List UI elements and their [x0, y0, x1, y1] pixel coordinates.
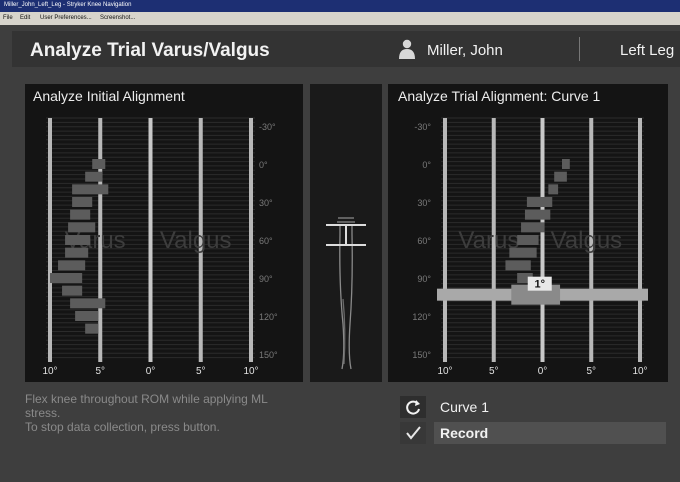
- zero-gridline: [540, 118, 545, 362]
- flexion-tick-label: 150°: [412, 350, 431, 360]
- flexion-tick-label: 0°: [422, 160, 431, 170]
- alignment-bar: [509, 247, 537, 258]
- alignment-bar: [92, 159, 106, 169]
- menu-item-user-preferences[interactable]: User Preferences...: [40, 14, 92, 23]
- alignment-bar: [58, 260, 86, 271]
- page-title: Analyze Trial Varus/Valgus: [30, 40, 270, 61]
- flexion-tick-label: 60°: [259, 236, 273, 246]
- curve-label-text: Curve 1: [440, 399, 490, 415]
- refresh-icon[interactable]: [400, 396, 426, 418]
- x-tick-label: 5°: [95, 366, 105, 377]
- curve-label: Curve 1: [434, 396, 666, 418]
- alignment-bar: [517, 235, 539, 245]
- alignment-bar: [554, 171, 567, 182]
- angle-readout: 1°: [534, 279, 545, 291]
- alignment-bar: [505, 260, 531, 271]
- alignment-bar: [526, 197, 553, 207]
- x-tick-label: 0°: [146, 366, 156, 377]
- alignment-bar: [85, 323, 99, 334]
- record-button[interactable]: Record: [400, 422, 670, 444]
- flexion-tick-label: -30°: [414, 122, 431, 132]
- x-tick-label: 10°: [437, 366, 452, 377]
- x-tick-label: 5°: [489, 366, 499, 377]
- record-label-text: Record: [440, 425, 489, 441]
- flexion-tick-label: 30°: [259, 198, 273, 208]
- alignment-bar: [68, 222, 96, 233]
- x-tick-label: 10°: [243, 366, 258, 377]
- curve-selector-button[interactable]: Curve 1: [400, 396, 670, 418]
- flexion-tick-label: 30°: [417, 198, 431, 208]
- alignment-bar: [72, 197, 93, 207]
- flexion-tick-label: -30°: [259, 122, 276, 132]
- instruction-line: stress.: [25, 406, 61, 420]
- menu-item-screenshot[interactable]: Screenshot...: [100, 14, 135, 23]
- trial-alignment-panel: Analyze Trial Alignment: Curve 1 Varus Va…: [388, 84, 668, 382]
- menu-item-file[interactable]: File: [3, 14, 13, 23]
- valgus-watermark: Valgus: [551, 227, 623, 254]
- alignment-bar: [50, 273, 83, 283]
- valgus-watermark: Valgus: [160, 227, 232, 254]
- gridline: [638, 118, 642, 362]
- gridline: [443, 118, 447, 362]
- trial-alignment-chart: Varus Valgus-30°0°30°60°90°120°150°10° 5° 0…: [412, 117, 648, 377]
- alignment-bar: [65, 235, 91, 245]
- alignment-bar: [524, 209, 551, 220]
- flexion-tick-label: 60°: [417, 236, 431, 246]
- header-divider: [579, 37, 580, 61]
- x-tick-label: 0°: [538, 366, 548, 377]
- leg-image-panel: [310, 84, 382, 382]
- header-bar: Analyze Trial Varus/Valgus Miller, John …: [12, 31, 680, 67]
- alignment-bar: [62, 285, 83, 296]
- checkmark-icon[interactable]: [400, 422, 426, 444]
- record-label[interactable]: Record: [434, 422, 666, 444]
- instruction-line: To stop data collection, press button.: [25, 420, 220, 434]
- menu-bar: File Edit User Preferences... Screenshot…: [0, 12, 680, 25]
- leg-side-label: Left Leg: [620, 42, 675, 59]
- flexion-tick-label: 150°: [259, 350, 278, 360]
- alignment-bar: [548, 184, 559, 195]
- alignment-bar: [70, 209, 91, 220]
- x-tick-label: 5°: [586, 366, 596, 377]
- zero-gridline: [148, 118, 153, 362]
- gridline: [249, 118, 253, 362]
- alignment-bar: [75, 311, 99, 321]
- initial-alignment-chart: Varus Valgus-30°0°30°60°90°120°150°10° 5° 0…: [42, 117, 278, 377]
- alignment-bar: [72, 184, 109, 195]
- flexion-tick-label: 120°: [412, 312, 431, 322]
- leg-bone-image: [326, 217, 366, 370]
- initial-alignment-panel: Analyze Initial Alignment Varus Valgus -30…: [25, 84, 303, 382]
- x-tick-label: 5°: [196, 366, 206, 377]
- window-title: Miller_John_Left_Leg - Stryker Knee Navi…: [4, 2, 132, 8]
- gridline: [48, 118, 52, 362]
- alignment-bar: [70, 298, 106, 309]
- x-tick-label: 10°: [632, 366, 647, 377]
- instruction-text: Flex knee throughout ROM while applying …: [25, 392, 355, 434]
- alignment-bar: [85, 171, 103, 182]
- alignment-bar: [562, 159, 570, 169]
- x-tick-label: 10°: [42, 366, 57, 377]
- window-titlebar: Miller_John_Left_Leg - Stryker Knee Navi…: [0, 0, 680, 12]
- alignment-bar: [65, 247, 89, 258]
- instruction-line: Flex knee throughout ROM while applying …: [25, 392, 268, 406]
- user-icon: [399, 39, 415, 59]
- menu-item-edit[interactable]: Edit: [20, 14, 30, 23]
- alignment-bar: [521, 222, 545, 233]
- flexion-tick-label: 120°: [259, 312, 278, 322]
- flexion-tick-label: 90°: [259, 274, 273, 284]
- flexion-tick-label: 0°: [259, 160, 268, 170]
- patient-name: Miller, John: [427, 42, 503, 59]
- flexion-tick-label: 90°: [417, 274, 431, 284]
